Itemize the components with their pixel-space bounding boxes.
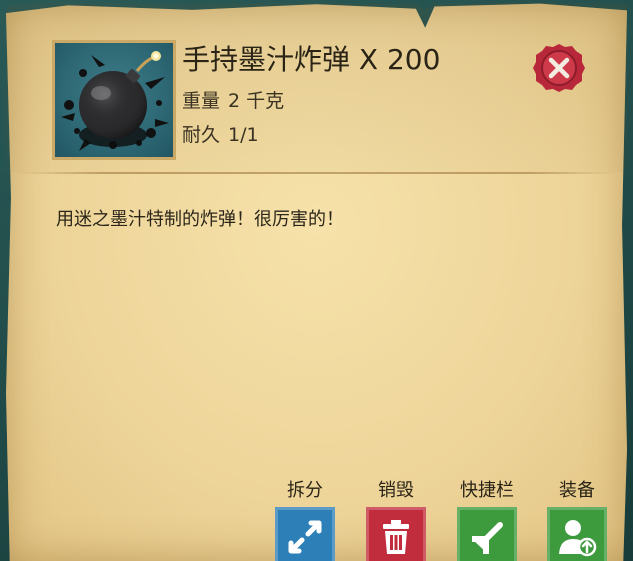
weight-value: 2 千克 bbox=[228, 90, 285, 112]
equip-label: 装备 bbox=[559, 480, 595, 501]
ink-bomb-icon bbox=[52, 40, 176, 160]
split-arrows-icon bbox=[288, 520, 322, 554]
split-button[interactable]: 拆分 bbox=[270, 478, 340, 561]
destroy-label: 销毁 bbox=[378, 480, 414, 501]
split-tile bbox=[275, 507, 335, 561]
durability-stat: 耐久 1/1 bbox=[182, 121, 259, 149]
item-description: 用迷之墨汁特制的炸弹！很厉害的！ bbox=[56, 209, 344, 230]
split-label: 拆分 bbox=[287, 480, 323, 501]
destroy-tile bbox=[366, 507, 426, 561]
hotbar-arrow-icon bbox=[472, 522, 503, 554]
hotbar-tile bbox=[457, 507, 517, 561]
close-button[interactable] bbox=[532, 41, 586, 95]
trash-icon bbox=[383, 520, 409, 554]
hotbar-button[interactable]: 快捷栏 bbox=[452, 478, 522, 561]
equip-button[interactable]: 装备 bbox=[542, 478, 612, 561]
hotbar-label: 快捷栏 bbox=[460, 480, 514, 501]
equip-tile bbox=[547, 507, 607, 561]
header-divider bbox=[14, 172, 619, 174]
weight-stat: 重量 2 千克 bbox=[182, 87, 284, 115]
equip-person-icon bbox=[559, 520, 597, 557]
durability-value: 1/1 bbox=[228, 124, 259, 146]
durability-label: 耐久 bbox=[182, 124, 221, 146]
item-name: 手持墨汁炸弹 X 200 bbox=[182, 43, 441, 76]
weight-label: 重量 bbox=[182, 90, 221, 112]
game-screen: 手持墨汁炸弹 X 200 重量 2 千克 耐久 1/1 用迷之墨汁特制的炸弹！很厉害… bbox=[0, 0, 633, 561]
close-icon bbox=[533, 44, 585, 92]
destroy-button[interactable]: 销毁 bbox=[361, 478, 431, 561]
